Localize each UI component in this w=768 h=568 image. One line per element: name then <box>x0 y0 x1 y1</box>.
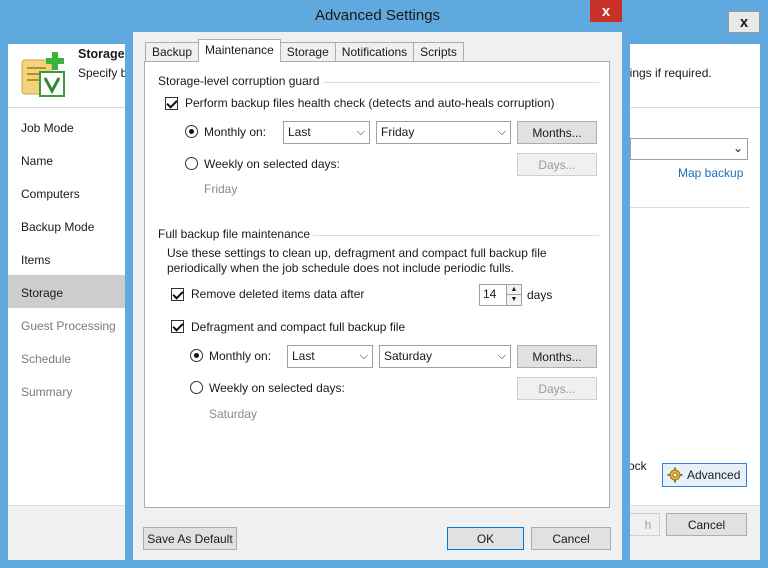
tab-storage[interactable]: Storage <box>279 42 336 62</box>
health-week-value: Last <box>288 125 311 139</box>
defrag-months-button[interactable]: Months... <box>517 345 597 368</box>
chevron-down-icon: ⌄ <box>732 141 743 155</box>
stepper-up-icon[interactable]: ▲ <box>506 285 521 295</box>
group-divider <box>323 82 599 83</box>
health-check-checkbox[interactable] <box>165 97 178 110</box>
nav-item-name[interactable]: Name <box>8 143 125 176</box>
wizard-nav: Job Mode Name Computers Backup Mode Item… <box>8 110 125 407</box>
remove-deleted-label: Remove deleted items data after <box>191 287 365 301</box>
defrag-weekly-days-value: Saturday <box>209 407 258 421</box>
wizard-cancel-button[interactable]: Cancel <box>666 513 747 536</box>
nav-item-schedule[interactable]: Schedule <box>8 341 125 374</box>
health-day-value: Friday <box>381 125 415 139</box>
health-day-select[interactable]: Friday ⌵ <box>376 121 511 144</box>
tab-maintenance[interactable]: Maintenance <box>198 39 281 62</box>
health-months-button[interactable]: Months... <box>517 121 597 144</box>
group-divider <box>313 235 599 236</box>
defrag-monthly-radio[interactable] <box>190 349 203 362</box>
wizard-step-subtitle: Specify b <box>78 66 128 80</box>
maintenance-description-line1: Use these settings to clean up, defragme… <box>167 246 547 260</box>
nav-item-computers[interactable]: Computers <box>8 176 125 209</box>
chevron-down-icon: ⌵ <box>497 126 506 138</box>
nav-item-backup-mode[interactable]: Backup Mode <box>8 209 125 242</box>
health-week-select[interactable]: Last ⌵ <box>283 121 370 144</box>
remove-deleted-days-value: 14 <box>483 287 497 301</box>
tab-backup[interactable]: Backup <box>145 42 200 62</box>
save-as-default-button[interactable]: Save As Default <box>143 527 237 550</box>
chevron-down-icon: ⌵ <box>359 350 368 362</box>
remove-deleted-days-stepper[interactable]: 14 ▲ ▼ <box>479 284 522 306</box>
nav-item-guest-processing[interactable]: Guest Processing <box>8 308 125 341</box>
gear-icon <box>667 467 683 483</box>
advanced-settings-dialog: Advanced Settings x Backup Maintenance S… <box>125 0 630 568</box>
defrag-weekly-radio[interactable] <box>190 381 203 394</box>
defrag-week-value: Last <box>292 349 315 363</box>
maintenance-panel: Storage-level corruption guard Perform b… <box>144 61 610 508</box>
stepper-down-icon[interactable]: ▼ <box>506 295 521 305</box>
wizard-step-subtitle-tail: ttings if required. <box>623 66 712 80</box>
nav-item-items[interactable]: Items <box>8 242 125 275</box>
maintenance-description-line2: periodically when the job schedule does … <box>167 261 514 275</box>
health-monthly-radio[interactable] <box>185 125 198 138</box>
defrag-week-select[interactable]: Last ⌵ <box>287 345 373 368</box>
full-backup-maintenance-title: Full backup file maintenance <box>158 227 311 241</box>
chevron-down-icon: ⌵ <box>497 350 506 362</box>
health-monthly-label: Monthly on: <box>204 125 267 139</box>
dialog-title: Advanced Settings <box>314 7 441 24</box>
defragment-checkbox[interactable] <box>171 320 184 333</box>
remove-deleted-unit: days <box>527 288 553 302</box>
defrag-day-select[interactable]: Saturday ⌵ <box>379 345 511 368</box>
health-check-label: Perform backup files health check (detec… <box>185 96 555 110</box>
defrag-monthly-label: Monthly on: <box>209 349 272 363</box>
storage-wizard-icon <box>21 52 65 97</box>
backup-repository-select[interactable]: ⌄ <box>630 138 748 160</box>
wizard-step-title: Storage <box>78 47 125 61</box>
defrag-weekly-label: Weekly on selected days: <box>209 381 345 395</box>
tab-notifications[interactable]: Notifications <box>334 42 415 62</box>
health-days-button[interactable]: Days... <box>517 153 597 176</box>
defragment-label: Defragment and compact full backup file <box>191 320 406 334</box>
corruption-guard-title: Storage-level corruption guard <box>158 74 320 88</box>
dialog-close-button[interactable]: x <box>590 0 622 22</box>
health-weekly-label: Weekly on selected days: <box>204 157 340 171</box>
map-backup-link[interactable]: Map backup <box>678 166 743 180</box>
advanced-button[interactable]: Advanced <box>662 463 747 487</box>
ok-button[interactable]: OK <box>447 527 524 550</box>
defrag-day-value: Saturday <box>384 349 433 363</box>
health-weekly-days-value: Friday <box>204 182 238 196</box>
nav-item-job-mode[interactable]: Job Mode <box>8 110 125 143</box>
advanced-button-label: Advanced <box>687 468 741 482</box>
remove-deleted-checkbox[interactable] <box>171 288 184 301</box>
finish-button-label: h <box>644 517 652 532</box>
dialog-body: Backup Maintenance Storage Notifications… <box>133 32 622 560</box>
tab-scripts[interactable]: Scripts <box>413 42 464 62</box>
health-weekly-radio[interactable] <box>185 157 198 170</box>
nav-item-summary[interactable]: Summary <box>8 374 125 407</box>
wizard-divider <box>630 207 750 208</box>
chevron-down-icon: ⌵ <box>356 126 365 138</box>
nav-item-storage[interactable]: Storage <box>8 275 125 308</box>
lock-label-fragment: ock <box>628 459 647 473</box>
defrag-days-button[interactable]: Days... <box>517 377 597 400</box>
tab-strip: Backup Maintenance Storage Notifications… <box>145 39 464 62</box>
cancel-button[interactable]: Cancel <box>531 527 611 550</box>
wizard-close-button[interactable]: x <box>728 11 760 33</box>
